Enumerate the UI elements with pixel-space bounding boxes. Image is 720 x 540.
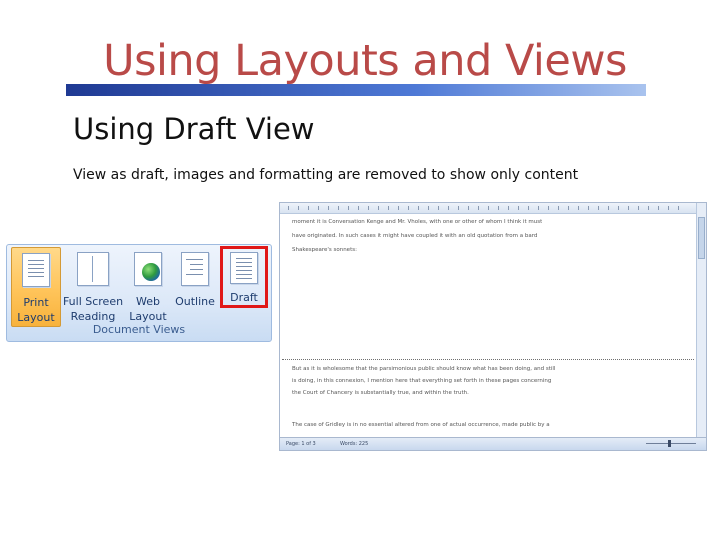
word-count-status[interactable]: Words: 225 xyxy=(340,441,368,447)
ruler-tick xyxy=(318,206,319,210)
horizontal-ruler[interactable] xyxy=(280,203,697,214)
ruler-tick xyxy=(628,206,629,210)
title-underline-bar xyxy=(66,84,646,96)
outline-icon xyxy=(181,252,209,286)
ruler-tick xyxy=(388,206,389,210)
vertical-scrollbar[interactable] xyxy=(696,203,706,438)
slide-body-text: View as draft, images and formatting are… xyxy=(73,167,579,183)
page-count-status[interactable]: Page: 1 of 3 xyxy=(286,441,316,447)
ruler-tick xyxy=(468,206,469,210)
zoom-slider[interactable] xyxy=(646,440,696,447)
slide-subtitle: Using Draft View xyxy=(73,112,315,146)
ruler-tick xyxy=(398,206,399,210)
ruler-tick xyxy=(418,206,419,210)
ruler-tick xyxy=(378,206,379,210)
ruler-tick xyxy=(568,206,569,210)
ruler-tick xyxy=(458,206,459,210)
ruler-tick xyxy=(308,206,309,210)
ruler-tick xyxy=(338,206,339,210)
web-layout-button[interactable]: Web Layout xyxy=(127,247,169,325)
ruler-tick xyxy=(618,206,619,210)
print-layout-label-1: Print xyxy=(23,296,49,309)
ruler-tick xyxy=(588,206,589,210)
document-text-line[interactable]: moment it is Conversation Kenge and Mr. … xyxy=(292,216,542,228)
document-text-line[interactable]: have originated. In such cases it might … xyxy=(292,230,537,242)
web-layout-icon xyxy=(134,252,162,286)
ruler-tick xyxy=(648,206,649,210)
full-screen-reading-button[interactable]: Full Screen Reading xyxy=(61,247,125,325)
document-text-line[interactable]: is doing, in this connexion, I mention h… xyxy=(292,375,551,387)
full-screen-label-1: Full Screen xyxy=(62,295,124,308)
ruler-tick xyxy=(478,206,479,210)
ruler-tick xyxy=(368,206,369,210)
document-text-line[interactable]: The case of Gridley is in no essential a… xyxy=(292,419,550,431)
document-views-ribbon-group: Print Layout Full Screen Reading Web Lay… xyxy=(6,244,272,342)
ruler-tick xyxy=(538,206,539,210)
slide-title: Using Layouts and Views xyxy=(103,36,627,86)
document-views-group-label: Document Views xyxy=(92,323,186,336)
document-text-line[interactable]: Shakespeare's sonnets: xyxy=(292,244,357,256)
print-layout-button[interactable]: Print Layout xyxy=(11,247,61,327)
ruler-tick xyxy=(528,206,529,210)
ruler-tick xyxy=(658,206,659,210)
ruler-tick xyxy=(558,206,559,210)
document-text-line[interactable]: But as it is wholesome that the parsimon… xyxy=(292,363,555,375)
ruler-tick xyxy=(488,206,489,210)
draft-button[interactable]: Draft xyxy=(220,246,268,308)
full-screen-label-2: Reading xyxy=(70,310,116,323)
ruler-tick xyxy=(548,206,549,210)
outline-label: Outline xyxy=(175,295,215,308)
ruler-tick xyxy=(508,206,509,210)
ruler-tick xyxy=(408,206,409,210)
page-break-separator xyxy=(282,359,694,360)
ruler-tick xyxy=(348,206,349,210)
ruler-tick xyxy=(678,206,679,210)
ruler-tick xyxy=(638,206,639,210)
web-layout-label-1: Web xyxy=(136,295,160,308)
ruler-tick xyxy=(328,206,329,210)
ruler-tick xyxy=(438,206,439,210)
draft-icon xyxy=(230,252,258,284)
ruler-tick xyxy=(358,206,359,210)
full-screen-reading-icon xyxy=(77,252,109,286)
print-layout-icon xyxy=(22,253,50,287)
ruler-tick xyxy=(298,206,299,210)
status-bar: Page: 1 of 3 Words: 225 xyxy=(280,437,706,450)
ruler-tick xyxy=(428,206,429,210)
globe-icon xyxy=(142,263,160,281)
ruler-tick xyxy=(578,206,579,210)
ruler-tick xyxy=(448,206,449,210)
ruler-tick xyxy=(608,206,609,210)
draft-label: Draft xyxy=(230,291,258,304)
web-layout-label-2: Layout xyxy=(129,310,167,323)
outline-button[interactable]: Outline xyxy=(171,247,219,325)
document-text-line[interactable]: the Court of Chancery is substantially t… xyxy=(292,387,469,399)
ruler-tick xyxy=(498,206,499,210)
scrollbar-thumb[interactable] xyxy=(698,217,705,259)
ruler-tick xyxy=(598,206,599,210)
ruler-tick xyxy=(288,206,289,210)
word-draft-view-window: moment it is Conversation Kenge and Mr. … xyxy=(279,202,707,451)
ruler-tick xyxy=(668,206,669,210)
ruler-tick xyxy=(518,206,519,210)
